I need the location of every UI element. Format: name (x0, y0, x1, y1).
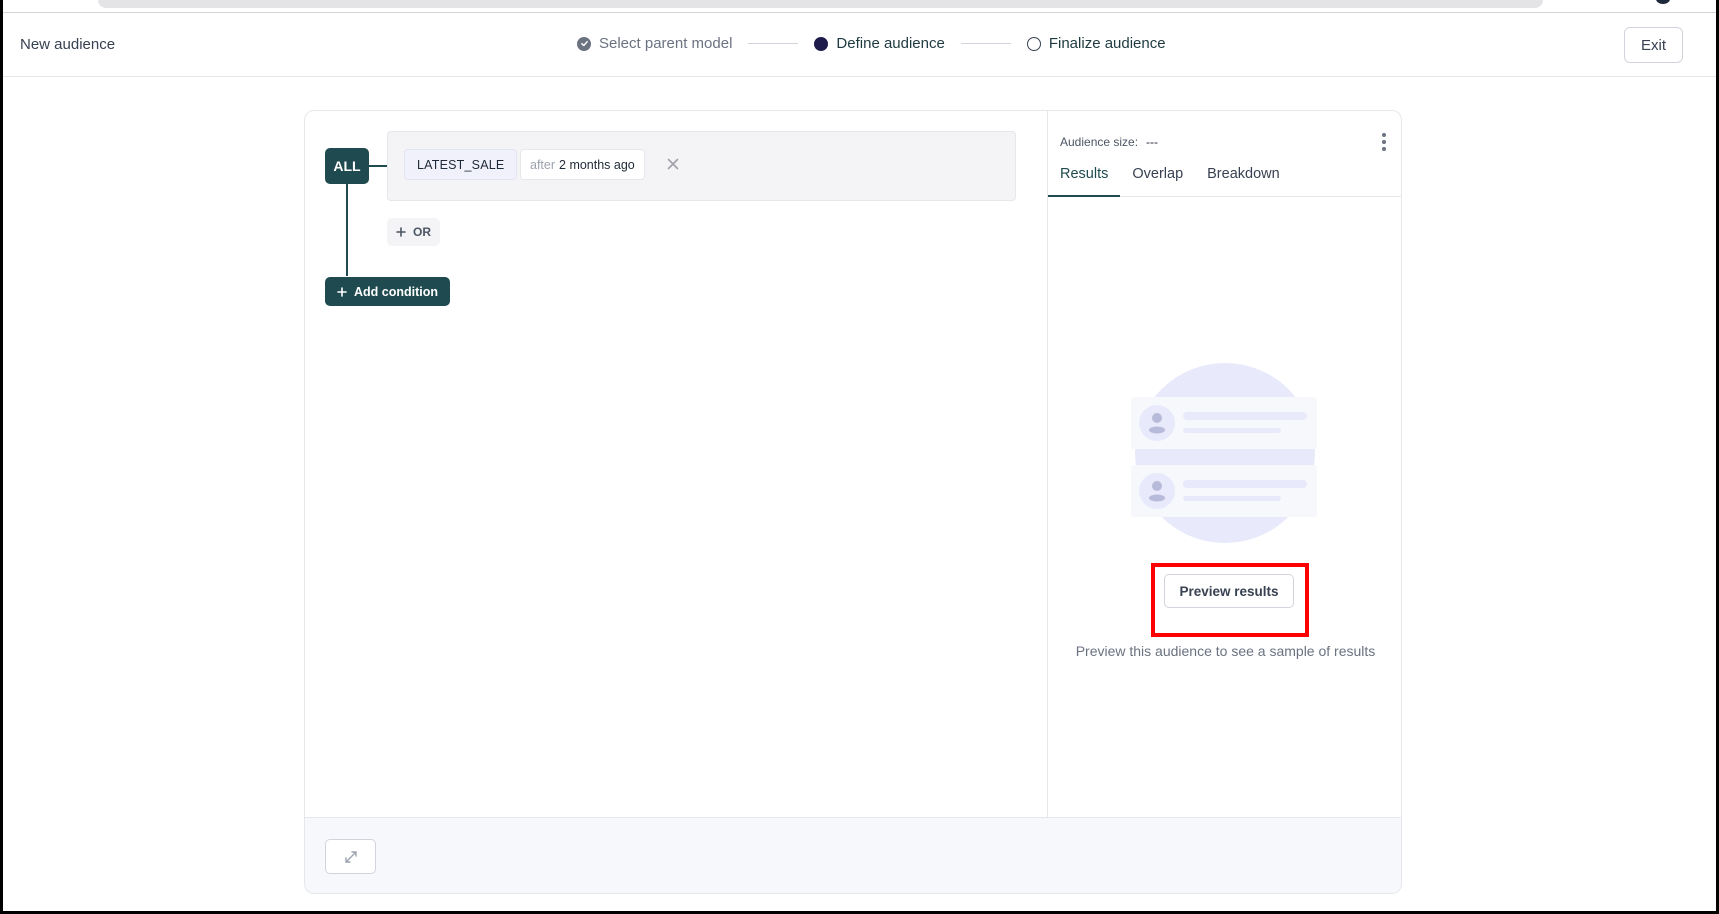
condition-value: 2 months ago (559, 157, 635, 172)
group-operator-badge[interactable]: ALL (325, 148, 369, 184)
results-panel: Audience size: --- Results Overlap Break… (1047, 111, 1401, 817)
step-connector (960, 43, 1011, 44)
step-define-audience[interactable]: Define audience (814, 35, 945, 52)
builder-footer (305, 817, 1401, 893)
exit-button[interactable]: Exit (1624, 27, 1683, 63)
app-window: New audience Select parent model Define … (3, 0, 1716, 911)
page-title: New audience (20, 36, 116, 53)
audience-builder-card: ALL LATEST_SALE after 2 months ago OR Ad… (304, 110, 1402, 894)
tree-connector-vertical (346, 184, 348, 276)
empty-state-hint: Preview this audience to see a sample of… (1075, 643, 1376, 659)
browser-address-bar (98, 0, 1543, 8)
step-finalize-audience[interactable]: Finalize audience (1026, 35, 1166, 52)
add-or-button[interactable]: OR (387, 218, 440, 246)
condition-operator: after (530, 157, 556, 172)
or-label: OR (413, 225, 431, 239)
plus-icon (396, 227, 406, 237)
step-label: Finalize audience (1048, 35, 1166, 52)
condition-filter-chip[interactable]: after 2 months ago (520, 149, 645, 180)
results-tabs: Results Overlap Breakdown (1048, 166, 1401, 197)
expand-arrows-icon (344, 850, 357, 863)
tree-connector-horizontal (369, 165, 387, 167)
step-select-parent-model[interactable]: Select parent model (577, 35, 732, 52)
condition-builder: ALL LATEST_SALE after 2 months ago OR Ad… (305, 111, 1047, 817)
step-label: Define audience (836, 35, 945, 52)
audience-size-label: Audience size: (1060, 135, 1139, 149)
condition-property-chip[interactable]: LATEST_SALE (404, 149, 518, 180)
plus-icon (337, 286, 347, 297)
more-options-icon[interactable] (1381, 133, 1387, 151)
active-step-dot-icon (814, 36, 829, 51)
page-header: New audience Select parent model Define … (3, 13, 1716, 77)
preview-results-button[interactable]: Preview results (1164, 574, 1294, 608)
empty-results-illustration (1131, 363, 1317, 543)
add-condition-label: Add condition (354, 284, 439, 299)
browser-avatar-icon (1656, 0, 1670, 4)
tab-results[interactable]: Results (1048, 166, 1121, 197)
empty-circle-icon (1026, 36, 1041, 51)
check-circle-icon (577, 36, 591, 51)
close-icon (667, 158, 679, 170)
step-connector (748, 43, 799, 44)
tab-overlap[interactable]: Overlap (1120, 166, 1195, 197)
progress-stepper: Select parent model Define audience Fina… (577, 35, 1166, 52)
step-label: Select parent model (599, 35, 733, 52)
expand-button[interactable] (325, 839, 376, 874)
add-condition-button[interactable]: Add condition (325, 277, 451, 306)
audience-size-value: --- (1146, 135, 1159, 149)
remove-condition-button[interactable] (663, 154, 683, 174)
browser-top-strip (3, 0, 1716, 13)
condition-row: LATEST_SALE after 2 months ago (387, 131, 1016, 201)
audience-size: Audience size: --- (1060, 135, 1158, 149)
tab-breakdown[interactable]: Breakdown (1195, 166, 1292, 197)
